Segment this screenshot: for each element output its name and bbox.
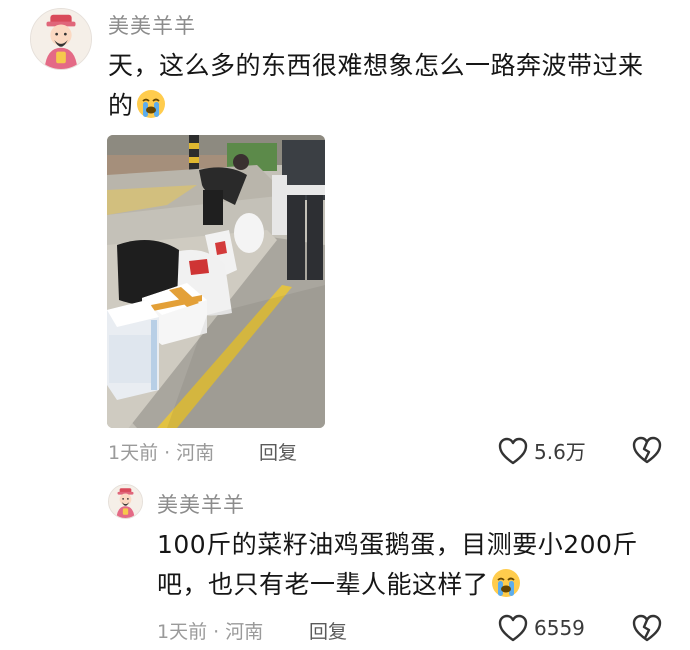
comment-username[interactable]: 美美羊羊 <box>108 10 196 40</box>
loudly-crying-face-icon <box>136 90 165 118</box>
reply-avatar[interactable] <box>108 484 143 519</box>
comment-text-line2: 的 <box>108 91 134 120</box>
reply-text-line2-wrap: 吧，也只有老一辈人能这样了 <box>157 565 677 605</box>
comment-text-line1: 天，这么多的东西很难想象怎么一路奔波带过来 <box>108 51 644 80</box>
reply-text: 100斤的菜籽油鸡蛋鹅蛋，目测要小200斤 吧，也只有老一辈人能这样了 <box>157 525 677 605</box>
reply-username[interactable]: 美美羊羊 <box>157 489 245 519</box>
reply-dislike-button[interactable] <box>632 614 662 642</box>
reply-text-line2: 吧，也只有老一辈人能这样了 <box>157 570 489 599</box>
reply-meta: 1天前 · 河南 <box>157 617 263 644</box>
heart-icon <box>498 437 528 464</box>
comment-text-line2-wrap: 的 <box>108 86 678 126</box>
meta-separator: · <box>213 621 220 643</box>
reply-like-count: 6559 <box>534 616 585 640</box>
reply-like-button[interactable]: 6559 <box>498 614 585 642</box>
reply-reply-button[interactable]: 回复 <box>309 617 347 644</box>
caishen-avatar-icon <box>31 9 91 69</box>
comment-time: 1天前 <box>108 442 159 464</box>
avatar[interactable] <box>30 8 92 70</box>
comment-photo[interactable] <box>107 135 325 428</box>
loudly-crying-face-icon <box>491 569 520 597</box>
comment-location: 河南 <box>176 442 215 464</box>
heart-icon <box>498 614 528 642</box>
broken-heart-icon <box>632 614 662 642</box>
like-button[interactable]: 5.6万 <box>498 436 586 465</box>
street-luggage-photo <box>107 135 325 428</box>
comment-meta: 1天前 · 河南 <box>108 438 214 465</box>
reply-location: 河南 <box>225 621 264 643</box>
comment-text: 天，这么多的东西很难想象怎么一路奔波带过来 的 <box>108 46 678 126</box>
meta-separator: · <box>164 442 171 464</box>
caishen-avatar-icon <box>109 485 142 518</box>
dislike-button[interactable] <box>632 436 662 464</box>
broken-heart-icon <box>632 436 662 464</box>
like-count: 5.6万 <box>534 440 586 464</box>
reply-text-line1: 100斤的菜籽油鸡蛋鹅蛋，目测要小200斤 <box>157 530 638 559</box>
reply-button[interactable]: 回复 <box>259 438 297 465</box>
reply-time: 1天前 <box>157 621 208 643</box>
